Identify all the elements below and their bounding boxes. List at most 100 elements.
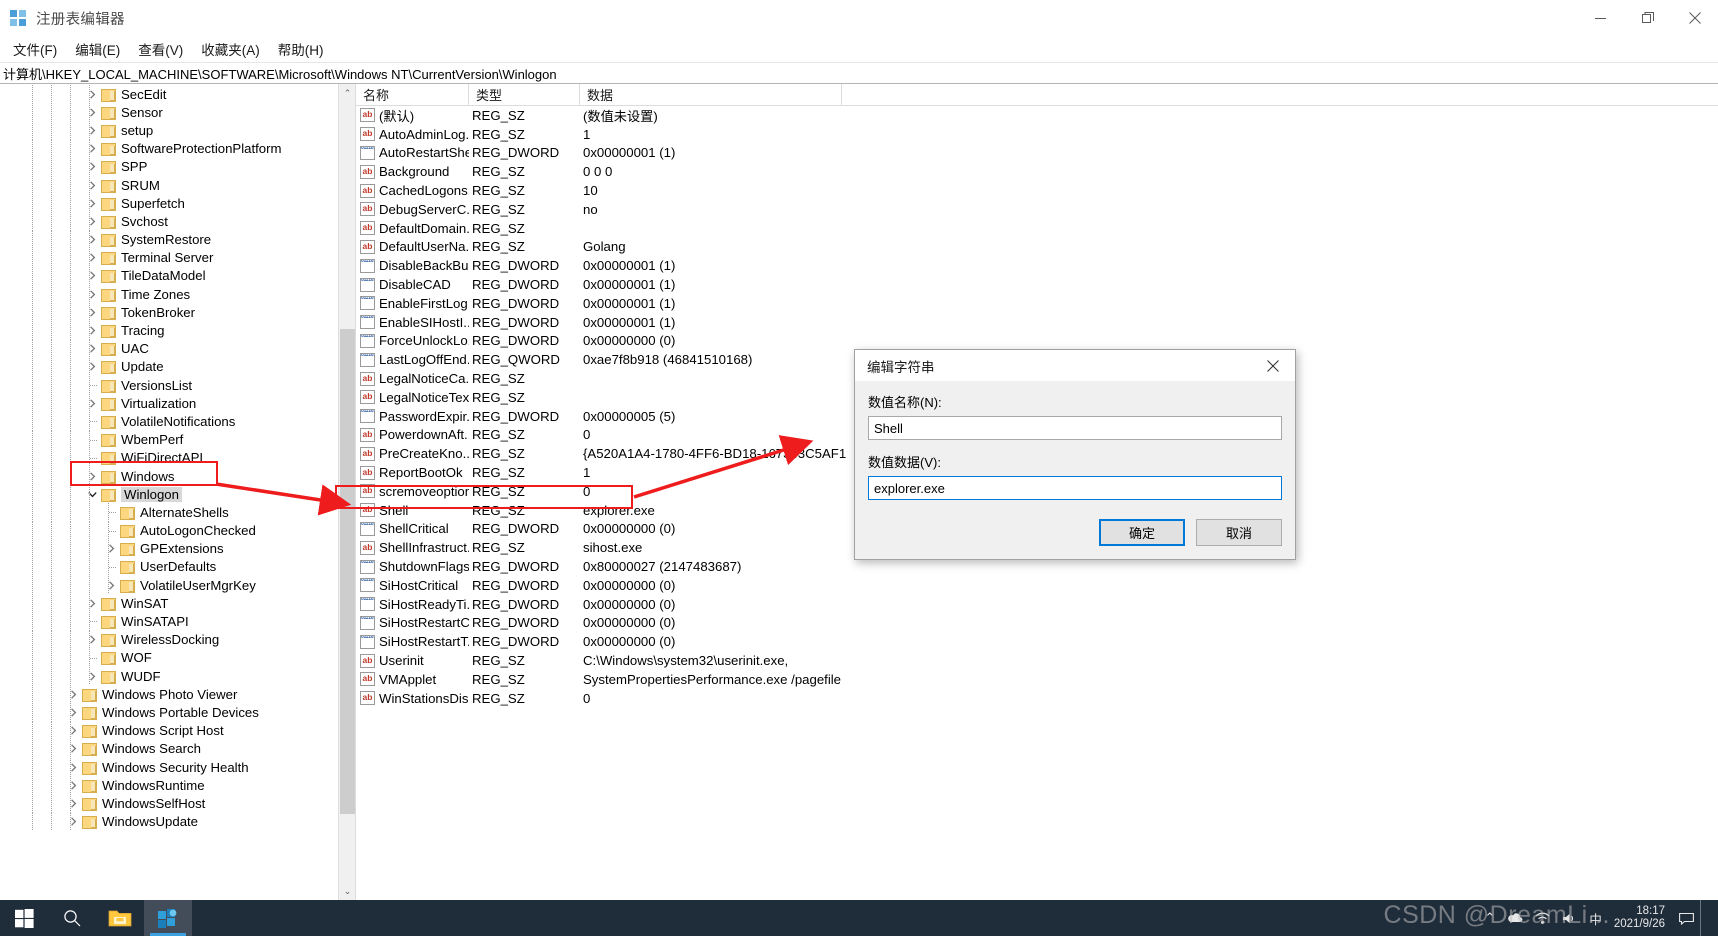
chevron-right-icon[interactable]	[65, 762, 81, 772]
tree-item-windows[interactable]: Windows	[0, 466, 339, 486]
network-icon[interactable]	[1535, 912, 1550, 925]
chevron-right-icon[interactable]	[84, 180, 100, 190]
tree-item-wbemperf[interactable]: WbemPerf	[0, 430, 339, 449]
value-row[interactable]: SiHostReadyTi...REG_DWORD 0x00000000 (0)	[356, 595, 1718, 614]
tree-item-systemrestore[interactable]: SystemRestore	[0, 230, 339, 249]
tree-item-secedit[interactable]: SecEdit	[0, 85, 339, 104]
tree-item-superfetch[interactable]: Superfetch	[0, 194, 339, 213]
tree-item-tiledatamodel[interactable]: TileDataModel	[0, 266, 339, 286]
chevron-right-icon[interactable]	[65, 781, 81, 790]
chevron-right-icon[interactable]	[65, 799, 81, 808]
value-row[interactable]: DefaultDomain...REG_SZ	[356, 219, 1718, 238]
tree-item-alternateshells[interactable]: AlternateShells	[0, 503, 339, 522]
chevron-right-icon[interactable]	[84, 253, 100, 262]
tree-item-volatilenotifications[interactable]: VolatileNotifications	[0, 412, 339, 431]
chevron-right-icon[interactable]	[103, 544, 119, 553]
tree-item-windowsruntime[interactable]: WindowsRuntime	[0, 776, 339, 795]
tree-item-tokenbroker[interactable]: TokenBroker	[0, 303, 339, 322]
chevron-right-icon[interactable]	[65, 817, 81, 826]
chevron-right-icon[interactable]	[84, 162, 100, 172]
tree-item-wifidirectapi[interactable]: WiFiDirectAPI	[0, 448, 339, 467]
chevron-right-icon[interactable]	[84, 599, 100, 608]
chevron-right-icon[interactable]	[84, 671, 100, 681]
tree-item-windowsselfhost[interactable]: WindowsSelfHost	[0, 794, 339, 813]
tree-item-gpextensions[interactable]: GPExtensions	[0, 539, 339, 558]
chevron-right-icon[interactable]	[84, 289, 100, 299]
value-row[interactable]: VMApplet REG_SZ SystemPropertiesPerformanc…	[356, 670, 1718, 689]
chevron-right-icon[interactable]	[84, 89, 100, 99]
chevron-right-icon[interactable]	[84, 362, 100, 372]
tree-item-uac[interactable]: UAC	[0, 339, 339, 358]
column-header-data[interactable]: 数据	[580, 83, 842, 106]
value-row[interactable]: DisableBackBu...REG_DWORD 0x00000001 (1)	[356, 256, 1718, 275]
chevron-down-icon[interactable]	[84, 490, 100, 499]
registry-editor-button[interactable]	[144, 900, 192, 936]
tree-item-svchost[interactable]: Svchost	[0, 212, 339, 231]
tree-item-winsatapi[interactable]: WinSATAPI	[0, 612, 339, 631]
tree-item-virtualization[interactable]: Virtualization	[0, 394, 339, 413]
dialog-close-button[interactable]	[1251, 350, 1295, 381]
chevron-right-icon[interactable]	[84, 199, 100, 208]
chevron-right-icon[interactable]	[84, 217, 100, 226]
value-row[interactable]: SiHostRestartC...REG_DWORD 0x00000000 (0)	[356, 614, 1718, 633]
column-header-name[interactable]: 名称	[356, 83, 469, 106]
value-row[interactable]: WinStationsDis...REG_SZ 0	[356, 689, 1718, 708]
tree-item-terminal-server[interactable]: Terminal Server	[0, 248, 339, 267]
value-row[interactable]: EnableFirstLog...REG_DWORD 0x00000001 (1)	[356, 294, 1718, 313]
tree-item-windows-portable-devices[interactable]: Windows Portable Devices	[0, 703, 339, 722]
onedrive-icon[interactable]	[1507, 911, 1523, 925]
chevron-right-icon[interactable]	[103, 580, 119, 590]
menu-file[interactable]: 文件(F)	[4, 36, 66, 62]
tree-scroll-up-icon[interactable]: ⌃	[339, 84, 355, 102]
minimize-button[interactable]	[1577, 0, 1624, 36]
ok-button[interactable]: 确定	[1099, 519, 1185, 546]
chevron-right-icon[interactable]	[84, 344, 100, 353]
tree-item-windows-search[interactable]: Windows Search	[0, 739, 339, 758]
chevron-right-icon[interactable]	[84, 108, 100, 117]
chevron-right-icon[interactable]	[84, 271, 100, 281]
tray-expand-icon[interactable]: ⌃	[1484, 910, 1495, 926]
tree-item-update[interactable]: Update	[0, 357, 339, 376]
tree-item-softwareprotectionplatform[interactable]: SoftwareProtectionPlatform	[0, 139, 339, 158]
tree-item-winlogon[interactable]: Winlogon	[0, 485, 339, 504]
value-row[interactable]: SiHostCritical REG_DWORD 0x00000000 (0)	[356, 576, 1718, 595]
ime-indicator[interactable]: 中	[1589, 909, 1602, 928]
show-desktop-button[interactable]	[1700, 900, 1708, 936]
maximize-button[interactable]	[1624, 0, 1671, 36]
volume-icon[interactable]	[1562, 912, 1577, 925]
value-name-input[interactable]	[868, 416, 1282, 440]
value-row[interactable]: DefaultUserNa...REG_SZ Golang	[356, 238, 1718, 257]
value-row[interactable]: DisableCAD REG_DWORD 0x00000001 (1)	[356, 275, 1718, 294]
tree-item-srum[interactable]: SRUM	[0, 175, 339, 195]
value-row[interactable]: AutoAdminLog...REG_SZ 1	[356, 125, 1718, 144]
tree-scrollbar[interactable]: ⌃ ⌄	[338, 84, 355, 900]
tree-scroll-down-icon[interactable]: ⌄	[339, 882, 355, 900]
search-button[interactable]	[48, 900, 96, 936]
tree-item-wudf[interactable]: WUDF	[0, 667, 339, 686]
close-button[interactable]	[1671, 0, 1718, 36]
value-row[interactable]: Userinit REG_SZ C:\Windows\system32\userin…	[356, 651, 1718, 670]
chevron-right-icon[interactable]	[84, 144, 100, 153]
value-row[interactable]: DebugServerC...REG_SZ no	[356, 200, 1718, 219]
menu-help[interactable]: 帮助(H)	[269, 36, 333, 62]
menu-favorites[interactable]: 收藏夹(A)	[192, 36, 269, 62]
chevron-right-icon[interactable]	[84, 326, 100, 335]
tree-item-autologonchecked[interactable]: AutoLogonChecked	[0, 521, 339, 540]
value-row[interactable]: CachedLogons...REG_SZ 10	[356, 181, 1718, 200]
menu-view[interactable]: 查看(V)	[129, 36, 192, 62]
start-button[interactable]	[0, 900, 48, 936]
tree-item-spp[interactable]: SPP	[0, 157, 339, 176]
tree-scroll-thumb[interactable]	[340, 329, 355, 814]
tree-item-windows-script-host[interactable]: Windows Script Host	[0, 721, 339, 740]
chevron-right-icon[interactable]	[84, 308, 100, 317]
value-row[interactable]: AutoRestartShellREG_DWORD 0x00000001 (1)	[356, 144, 1718, 163]
tree-item-tracing[interactable]: Tracing	[0, 321, 339, 340]
value-row[interactable]: (默认) REG_SZ (数值未设置)	[356, 106, 1718, 125]
chevron-right-icon[interactable]	[84, 635, 100, 644]
tree-item-winsat[interactable]: WinSAT	[0, 594, 339, 613]
chevron-right-icon[interactable]	[65, 690, 81, 699]
chevron-right-icon[interactable]	[65, 744, 81, 754]
chevron-right-icon[interactable]	[65, 708, 81, 717]
tree-item-time-zones[interactable]: Time Zones	[0, 285, 339, 304]
column-header-type[interactable]: 类型	[469, 83, 580, 106]
